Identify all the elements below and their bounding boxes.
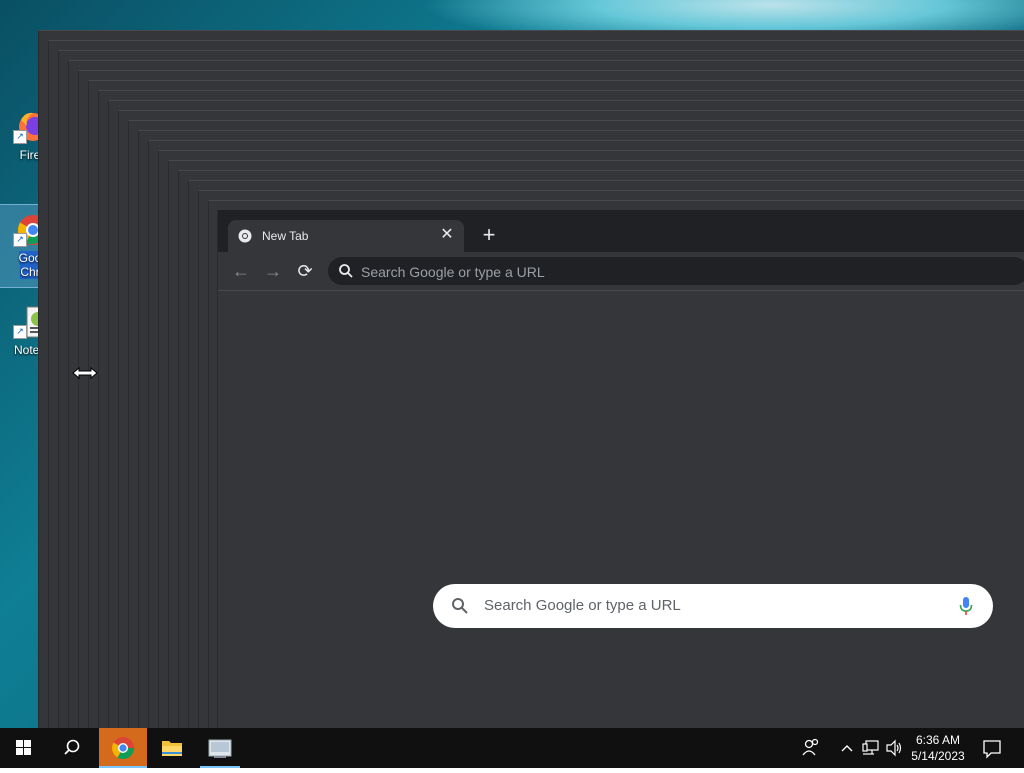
search-icon (338, 263, 354, 279)
shortcut-arrow-icon: ↗ (13, 130, 27, 144)
taskbar-chrome[interactable] (99, 728, 147, 768)
new-tab-button[interactable]: + (478, 224, 500, 246)
desktop: ↗ Fire ↗ Goo Chr ↗ Notep New Tab ✕ + ← →… (0, 0, 1024, 728)
taskbar-notepad[interactable] (200, 728, 240, 768)
back-button[interactable]: ← (230, 260, 252, 282)
chrome-window: New Tab ✕ + ← → ⟳ Search Google or type … (217, 210, 1024, 728)
forward-button[interactable]: → (262, 260, 284, 282)
taskbar-file-explorer[interactable] (149, 728, 195, 768)
chrome-icon (112, 737, 134, 759)
clock-date: 5/14/2023 (911, 749, 965, 763)
resize-cursor-icon (72, 366, 98, 380)
voice-search-icon[interactable] (959, 596, 973, 616)
notepad-icon (208, 739, 232, 758)
windows-logo-icon (16, 740, 31, 755)
taskbar-search-button[interactable] (48, 728, 94, 768)
folder-icon (162, 741, 182, 756)
clock-time: 6:36 AM (915, 733, 961, 747)
address-bar-placeholder: Search Google or type a URL (361, 264, 545, 280)
tab-strip: New Tab ✕ + (218, 210, 1024, 252)
tab-title: New Tab (262, 229, 309, 243)
search-icon (451, 597, 469, 615)
reload-button[interactable]: ⟳ (294, 260, 316, 282)
shortcut-arrow-icon: ↗ (13, 325, 27, 339)
ntp-search-box[interactable]: Search Google or type a URL (433, 584, 993, 628)
search-icon (64, 739, 80, 755)
ntp-search-placeholder: Search Google or type a URL (484, 597, 681, 614)
address-bar[interactable]: Search Google or type a URL (328, 257, 1024, 285)
people-icon[interactable] (800, 728, 822, 768)
taskbar: 6:36 AM 5/14/2023 (0, 728, 1024, 768)
browser-toolbar: ← → ⟳ Search Google or type a URL (218, 252, 1024, 291)
chrome-favicon-icon (238, 229, 252, 243)
start-button[interactable] (0, 728, 46, 768)
volume-icon[interactable] (884, 728, 904, 768)
close-tab-icon[interactable]: ✕ (438, 226, 456, 244)
shortcut-arrow-icon: ↗ (13, 233, 27, 247)
network-icon[interactable] (860, 728, 882, 768)
tab-new-tab[interactable]: New Tab ✕ (228, 220, 464, 252)
chevron-up-icon[interactable] (838, 728, 856, 768)
notification-center-icon[interactable] (980, 728, 1004, 768)
clock[interactable]: 6:36 AM 5/14/2023 (904, 728, 972, 772)
